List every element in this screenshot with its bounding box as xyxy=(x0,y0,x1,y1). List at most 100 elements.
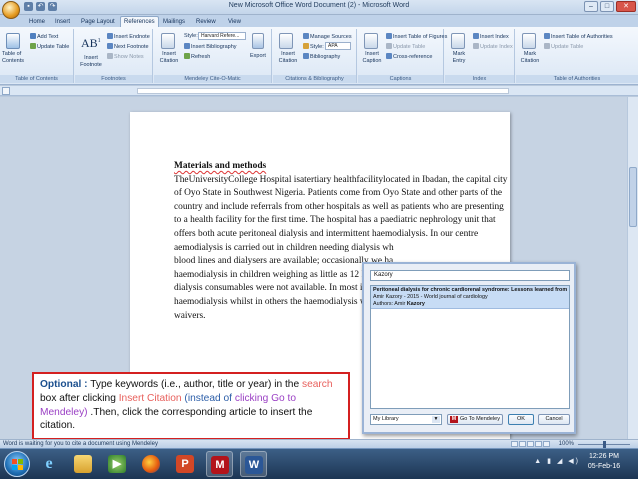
result-meta: Amir Kazory - 2015 - World journal of ca… xyxy=(373,293,488,300)
update-table-label: Update Table xyxy=(37,44,70,50)
taskbar-internet-explorer[interactable]: e xyxy=(36,451,63,477)
office-button[interactable] xyxy=(2,1,20,19)
start-button[interactable] xyxy=(4,451,30,477)
zoom-level[interactable]: 100% xyxy=(559,441,574,447)
ok-button[interactable]: OK xyxy=(508,414,534,425)
print-layout-view-icon[interactable] xyxy=(511,441,518,447)
mendeley-logo-icon: M xyxy=(450,416,458,423)
mark-citation-button[interactable]: Mark Citation xyxy=(518,51,542,65)
citations-insert-citation-button[interactable]: Insert Citation xyxy=(275,51,301,65)
show-notes-button[interactable]: Show Notes xyxy=(107,53,144,61)
go-to-mendeley-button[interactable]: M Go To Mendeley xyxy=(447,414,503,425)
manage-sources-button[interactable]: Manage Sources xyxy=(303,33,352,41)
insert-bibliography-button[interactable]: Insert Bibliography xyxy=(184,43,237,51)
tab-insert[interactable]: Insert xyxy=(52,17,73,27)
export-button[interactable]: Export xyxy=(250,53,266,60)
tab-view[interactable]: View xyxy=(225,17,244,27)
scrollbar-thumb[interactable] xyxy=(629,167,637,227)
mark-entry-button[interactable]: Mark Entry xyxy=(449,51,469,65)
taskbar-word[interactable]: W xyxy=(240,451,267,477)
insert-table-of-figures-button[interactable]: Insert Table of Figures xyxy=(386,33,447,41)
bibliography-button[interactable]: Bibliography xyxy=(303,53,340,61)
insert-footnote-button[interactable]: Insert Footnote xyxy=(79,55,103,69)
outline-view-icon[interactable] xyxy=(535,441,542,447)
table-of-authorities-icon xyxy=(544,33,550,39)
draft-view-icon[interactable] xyxy=(543,441,550,447)
document-line: of Oyo State in Southwest Nigeria. Patie… xyxy=(174,188,503,199)
group-label-captions: Captions xyxy=(358,75,443,83)
group-label-index: Index xyxy=(445,75,514,83)
internet-explorer-icon: e xyxy=(45,455,53,472)
bibliography-label: Bibliography xyxy=(310,54,341,60)
group-mendeley: Insert Citation Style: Harvard Refere...… xyxy=(154,29,272,83)
system-tray-icons[interactable]: ▲ ▮ ◢ ◀) xyxy=(534,457,580,465)
endnote-icon xyxy=(107,33,113,39)
ribbon-tabs: Home Insert Page Layout References Maili… xyxy=(0,15,638,27)
show-notes-label: Show Notes xyxy=(114,54,144,60)
full-screen-view-icon[interactable] xyxy=(519,441,526,447)
insert-endnote-label: Insert Endnote xyxy=(114,34,150,40)
footnote-ab-icon: AB1 xyxy=(81,36,101,50)
cross-reference-button[interactable]: Cross-reference xyxy=(386,53,432,61)
vertical-scrollbar[interactable] xyxy=(627,97,638,439)
insert-table-of-authorities-label: Insert Table of Authorities xyxy=(551,34,613,40)
citation-search-input[interactable]: Kazory xyxy=(370,270,570,281)
next-footnote-label: Next Footnote xyxy=(114,44,149,50)
tab-mailings[interactable]: Mailings xyxy=(160,17,188,27)
citations-insert-citation-icon xyxy=(279,33,293,49)
table-of-contents-button[interactable]: Table of Contents xyxy=(2,51,26,65)
ruler-tab-selector[interactable] xyxy=(2,87,10,95)
citations-style-select[interactable]: APA xyxy=(325,42,351,50)
ruler-scale[interactable] xyxy=(137,88,509,94)
view-buttons xyxy=(511,441,550,447)
bibliography-icon xyxy=(184,43,190,49)
library-select[interactable]: My Library ▼ xyxy=(370,414,442,425)
citations-style-text: Style: xyxy=(310,44,324,50)
cross-reference-icon xyxy=(386,53,392,59)
clock-time[interactable]: 12:26 PM xyxy=(584,453,624,460)
taskbar-mendeley[interactable]: M xyxy=(206,451,233,477)
cross-reference-label: Cross-reference xyxy=(393,54,433,60)
word-icon: W xyxy=(245,456,263,474)
taskbar-file-explorer[interactable] xyxy=(70,451,97,477)
insert-index-button[interactable]: Insert Index xyxy=(473,33,509,41)
maximize-button[interactable]: □ xyxy=(600,1,614,12)
export-icon xyxy=(252,33,264,49)
refresh-button[interactable]: Refresh xyxy=(184,53,210,61)
mendeley-insert-citation-button[interactable]: Insert Citation xyxy=(156,51,182,65)
tab-page-layout[interactable]: Page Layout xyxy=(78,17,118,27)
group-table-of-contents: Table of Contents Add Text Update Table … xyxy=(0,29,74,83)
tab-home[interactable]: Home xyxy=(26,17,48,27)
web-layout-view-icon[interactable] xyxy=(527,441,534,447)
citation-result-item[interactable]: Peritoneal dialysis for chronic cardiore… xyxy=(371,286,569,310)
media-player-icon: ▶ xyxy=(108,455,126,473)
citation-results-list[interactable]: Peritoneal dialysis for chronic cardiore… xyxy=(370,285,570,409)
captions-update-table-button[interactable]: Update Table xyxy=(386,43,425,51)
minimize-button[interactable]: – xyxy=(584,1,598,12)
authorities-update-table-button[interactable]: Update Table xyxy=(544,43,583,51)
zoom-slider-thumb[interactable] xyxy=(603,441,606,448)
close-button[interactable]: ✕ xyxy=(616,1,636,12)
taskbar-powerpoint[interactable]: P xyxy=(172,451,199,477)
insert-endnote-button[interactable]: Insert Endnote xyxy=(107,33,150,41)
window-title: New Microsoft Office Word Document (2) -… xyxy=(228,2,410,9)
insert-caption-button[interactable]: Insert Caption xyxy=(360,51,384,65)
taskbar-media-player[interactable]: ▶ xyxy=(104,451,131,477)
tab-review[interactable]: Review xyxy=(193,17,219,27)
tab-references[interactable]: References xyxy=(120,16,159,27)
manage-sources-label: Manage Sources xyxy=(310,34,352,40)
update-table-button[interactable]: Update Table xyxy=(30,43,69,51)
group-footnotes: AB1 Insert Footnote Insert Endnote Next … xyxy=(75,29,153,83)
add-text-button[interactable]: Add Text xyxy=(30,33,58,41)
clock-date[interactable]: 05-Feb-16 xyxy=(584,463,624,470)
taskbar-firefox[interactable] xyxy=(138,451,165,477)
update-index-button[interactable]: Update Index xyxy=(473,43,513,51)
ribbon: Table of Contents Add Text Update Table … xyxy=(0,27,638,85)
next-footnote-button[interactable]: Next Footnote xyxy=(107,43,149,51)
mendeley-style-select[interactable]: Harvard Refere... xyxy=(198,32,246,40)
callout-insert-citation: Insert Citation xyxy=(118,392,182,404)
result-authors: Authors: Amir Kazory xyxy=(373,301,567,308)
cancel-button[interactable]: Cancel xyxy=(538,414,570,425)
status-bar: Word is waiting for you to cite a docume… xyxy=(0,439,638,448)
insert-table-of-authorities-button[interactable]: Insert Table of Authorities xyxy=(544,33,613,41)
